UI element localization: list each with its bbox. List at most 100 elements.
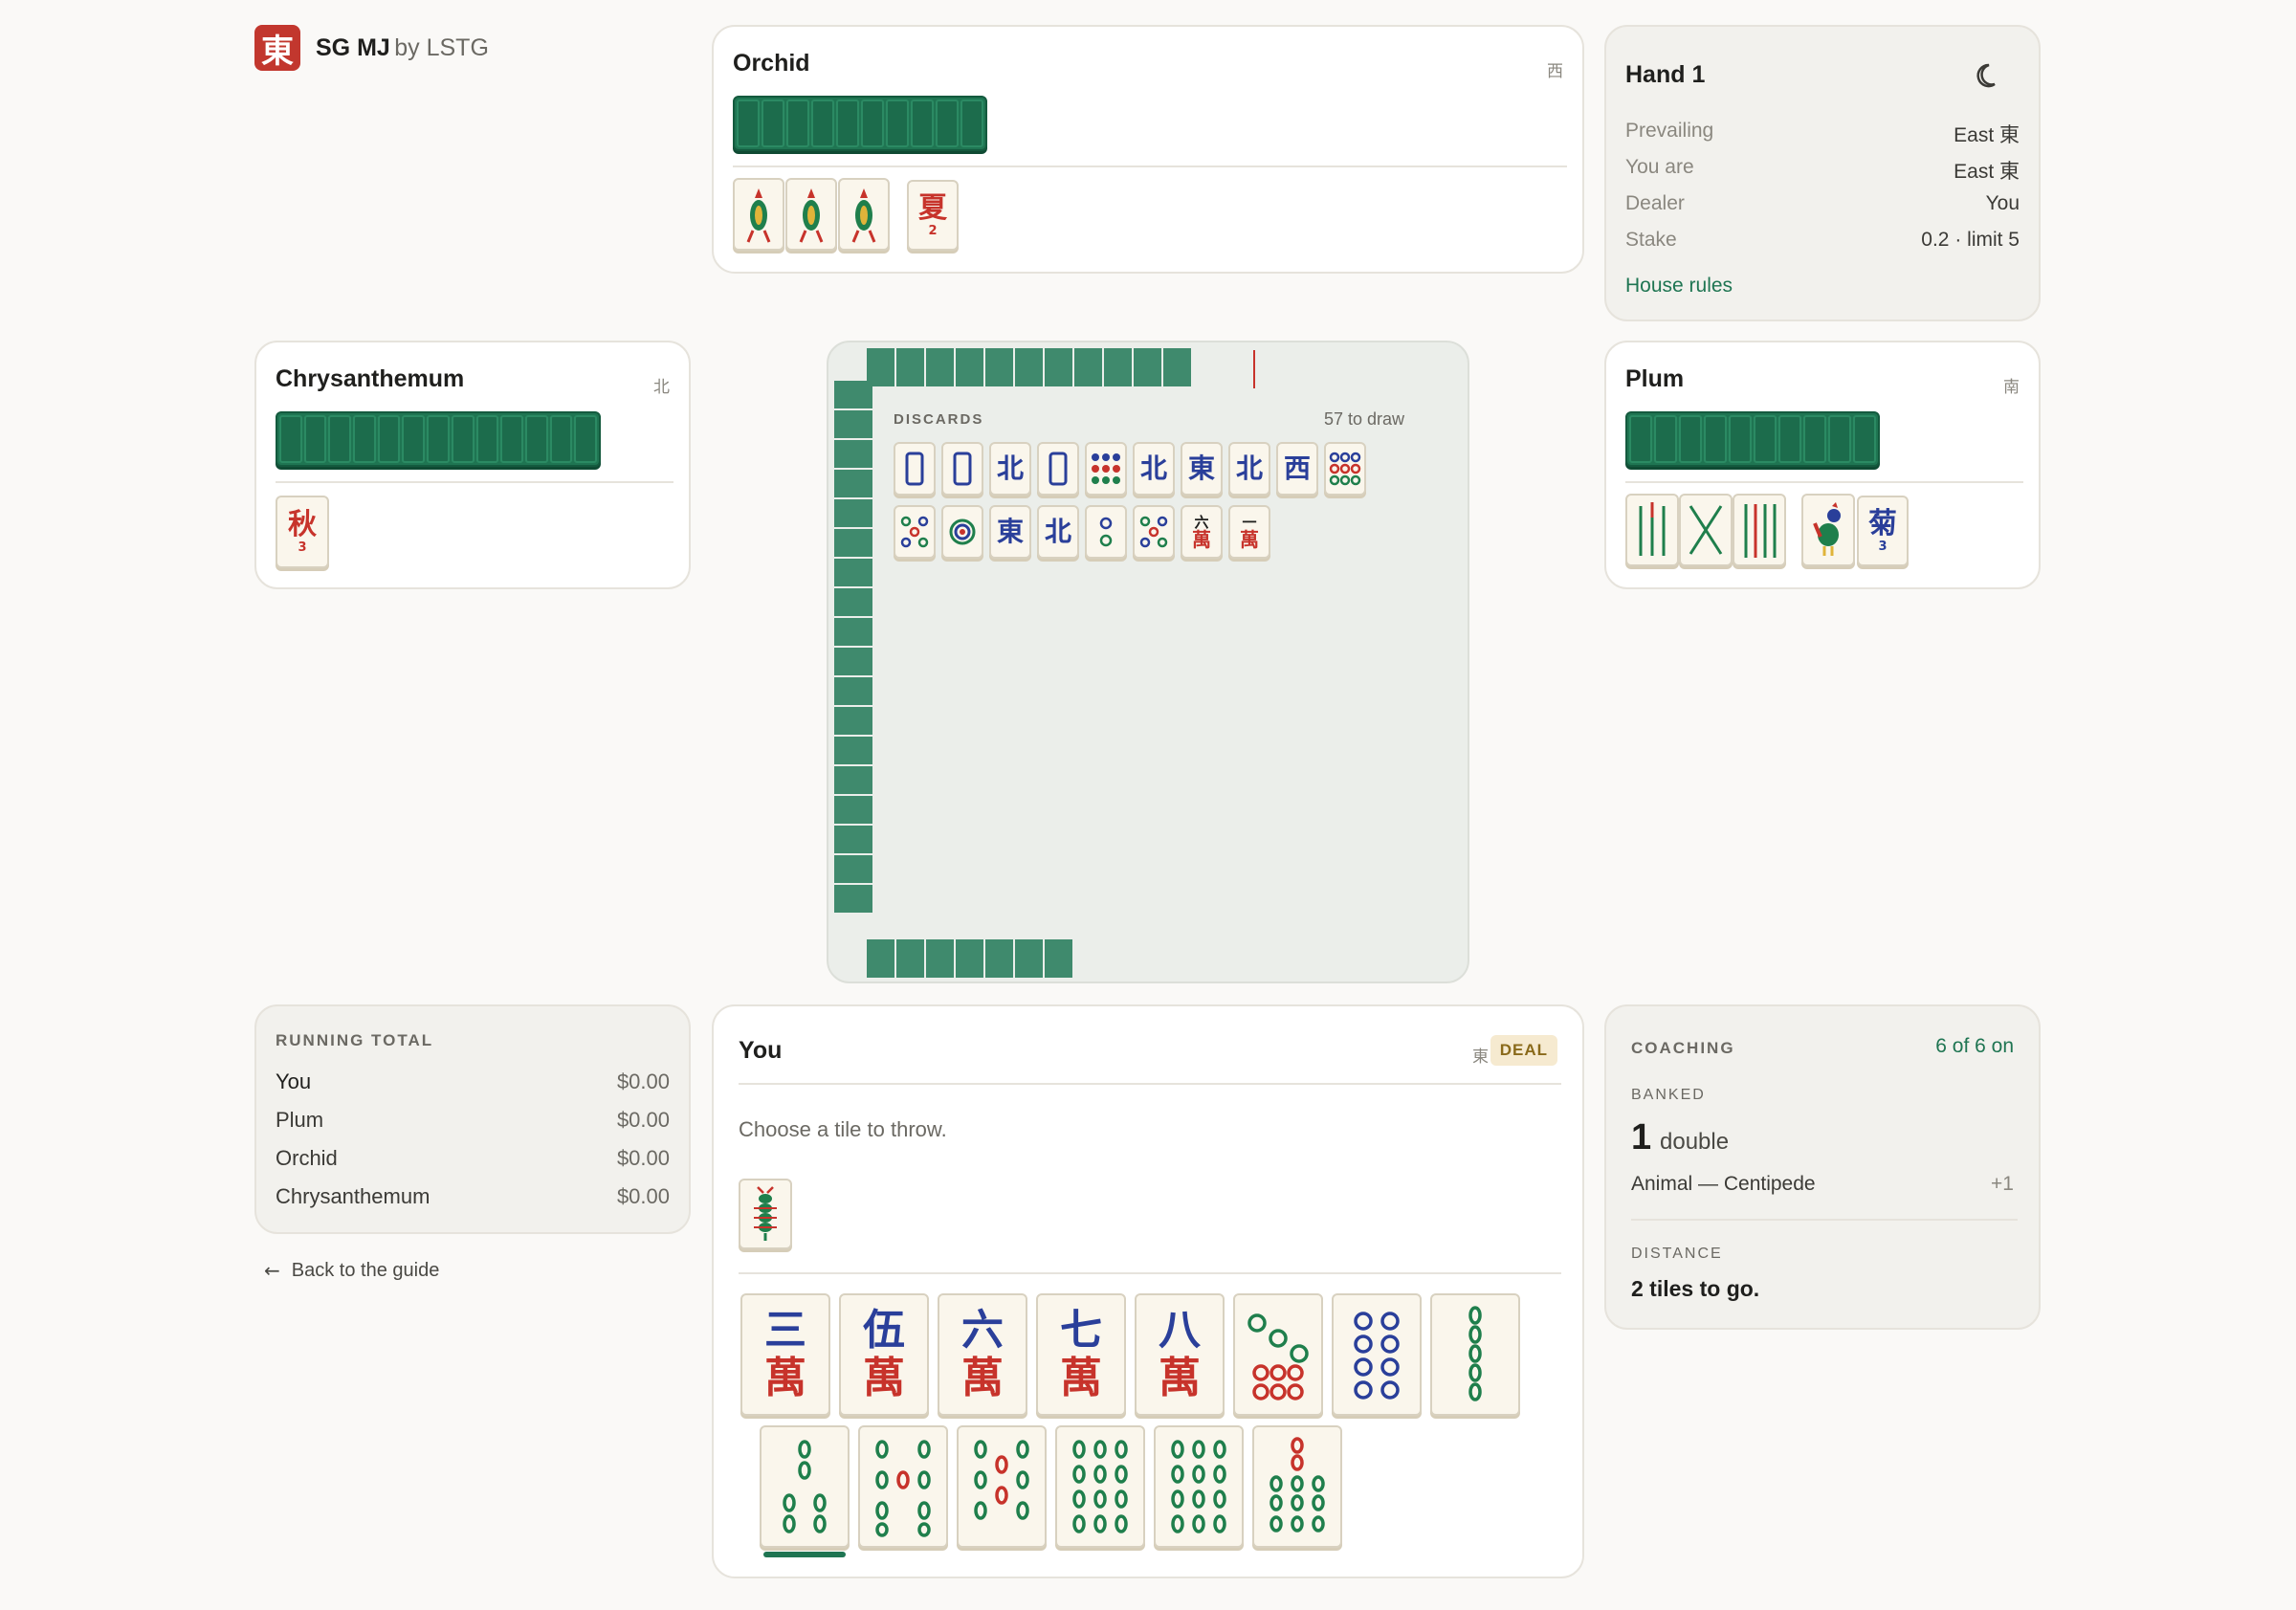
bonus-tile-animal (1801, 494, 1855, 566)
concealed-tiles (276, 411, 601, 467)
discard-tile: 北 (989, 442, 1031, 496)
coaching-panel: COACHING 6 of 6 on BANKED 1 double Anima… (1604, 1004, 2041, 1330)
app-title: SG MJ (316, 33, 390, 61)
hand-tile[interactable]: 三萬 (740, 1293, 830, 1416)
back-to-guide-link[interactable]: ← Back to the guide (264, 1259, 439, 1282)
discard-tile: 北 (1228, 442, 1270, 496)
player-name: You (739, 1037, 783, 1064)
bamboo-icon (783, 1440, 827, 1533)
discards-label: DISCARDS (894, 411, 984, 428)
bamboo-icon (1689, 505, 1723, 555)
hand-tile[interactable] (858, 1425, 948, 1548)
dots-icon (1354, 1312, 1400, 1400)
seat-wind: 南 (2003, 378, 2020, 397)
total-row-amount: $0.00 (616, 1108, 670, 1132)
player-name: Orchid (733, 50, 810, 77)
bonus-tile-animal (733, 178, 784, 251)
seat-wind: 東 (1472, 1048, 1489, 1067)
banked-item: Animal — Centipede (1631, 1173, 1816, 1195)
coaching-status[interactable]: 6 of 6 on (1935, 1035, 2014, 1058)
centipede-icon (754, 1186, 777, 1241)
hand-tile[interactable] (957, 1425, 1047, 1548)
bonus-tile-flower: 菊 3 (1857, 496, 1909, 566)
concealed-tiles (733, 96, 987, 151)
total-row-amount: $0.00 (616, 1070, 670, 1093)
bamboo-icon (974, 1440, 1029, 1520)
total-row-name: Orchid (276, 1146, 338, 1170)
moon-icon[interactable] (1974, 61, 2004, 92)
total-row-name: Plum (276, 1108, 324, 1132)
player-panel-orchid: Orchid 西 夏 2 (712, 25, 1584, 274)
distance-value: 2 tiles to go. (1631, 1276, 1760, 1301)
bonus-tile-bamboo (1625, 494, 1679, 566)
game-table: DISCARDS 57 to draw 北 北 東 北 西 東 北 六萬 一萬 (827, 341, 1469, 983)
bamboo-icon (1171, 1440, 1226, 1533)
player-name: Chrysanthemum (276, 365, 465, 392)
hand-tile[interactable] (1332, 1293, 1422, 1416)
bonus-tile-bamboo (1733, 494, 1786, 566)
player-panel-chrysanthemum: Chrysanthemum 北 秋 3 (254, 341, 691, 589)
total-row-name: You (276, 1070, 312, 1093)
bamboo-icon (1639, 502, 1666, 556)
selected-indicator (763, 1552, 846, 1557)
banked-label: BANKED (1631, 1087, 1706, 1103)
seat-wind: 北 (653, 378, 670, 397)
turn-prompt: Choose a tile to throw. (739, 1117, 947, 1141)
discard-tile: 東 (1181, 442, 1223, 496)
tiles-to-draw: 57 to draw (1323, 409, 1404, 429)
running-total-label: RUNNING TOTAL (276, 1031, 434, 1049)
app-subtitle: by LSTG (394, 33, 489, 61)
wall-break-marker (1253, 350, 1255, 388)
cockerel-icon (799, 188, 824, 243)
hand-tile[interactable]: 六萬 (938, 1293, 1027, 1416)
dealer-badge: DEAL (1490, 1035, 1557, 1066)
discard-tile: 西 (1276, 442, 1318, 496)
coaching-label: COACHING (1631, 1039, 1735, 1057)
app-logo[interactable]: 東 SG MJ by LSTG (254, 25, 489, 71)
player-panel-you: You 東 DEAL Choose a tile to throw. 三萬 伍萬… (712, 1004, 1584, 1578)
discard-tile (941, 442, 983, 496)
total-row-name: Chrysanthemum (276, 1184, 430, 1208)
discard-tile (1085, 442, 1127, 496)
banked-unit: double (1660, 1129, 1730, 1155)
bamboo-icon (1468, 1306, 1482, 1401)
hand-tile[interactable]: 伍萬 (839, 1293, 929, 1416)
player-panel-plum: Plum 南 菊 3 (1604, 341, 2041, 589)
player-name: Plum (1625, 365, 1685, 392)
arrow-left-icon: ← (264, 1259, 280, 1282)
hand-tile[interactable]: 八萬 (1135, 1293, 1225, 1416)
discard-tile (894, 442, 936, 496)
hand-tile[interactable]: 七萬 (1036, 1293, 1126, 1416)
concealed-tiles (1625, 411, 1880, 467)
hand-tile[interactable] (1055, 1425, 1145, 1548)
running-total-panel: RUNNING TOTAL You $0.00 Plum $0.00 Orchi… (254, 1004, 691, 1234)
discard-tile (1085, 505, 1127, 559)
total-row-amount: $0.00 (616, 1146, 670, 1170)
wall-top (867, 348, 1193, 386)
cockerel-icon (746, 188, 771, 243)
wall-left (834, 381, 872, 915)
discard-tile (1133, 505, 1175, 559)
hand-tile[interactable] (1154, 1425, 1244, 1548)
banked-item-value: +1 (1991, 1173, 2014, 1195)
hand-tile-selected[interactable] (760, 1425, 850, 1548)
bonus-tile-animal (838, 178, 890, 251)
banked-count: 1 (1631, 1117, 1652, 1158)
hand-info-panel: Hand 1 Prevailing East 東 You are East 東 … (1604, 25, 2041, 321)
discard-tile: 北 (1037, 505, 1079, 559)
hand-tile[interactable] (1430, 1293, 1520, 1416)
discard-tile: 北 (1133, 442, 1175, 496)
discard-tile (1324, 442, 1366, 496)
discard-tile (1037, 442, 1079, 496)
rooster-icon (1813, 502, 1841, 556)
house-rules-link[interactable]: House rules (1625, 275, 1733, 298)
cockerel-icon (851, 188, 876, 243)
hand-tile[interactable] (1252, 1425, 1342, 1548)
drawn-bonus-tile[interactable] (739, 1179, 792, 1249)
bonus-tile-bamboo (1679, 494, 1733, 566)
bonus-tile-flower: 夏 2 (907, 180, 959, 251)
hand-tile[interactable] (1233, 1293, 1323, 1416)
hand-title: Hand 1 (1625, 61, 1706, 88)
discard-tile (941, 505, 983, 559)
total-row-amount: $0.00 (616, 1184, 670, 1208)
